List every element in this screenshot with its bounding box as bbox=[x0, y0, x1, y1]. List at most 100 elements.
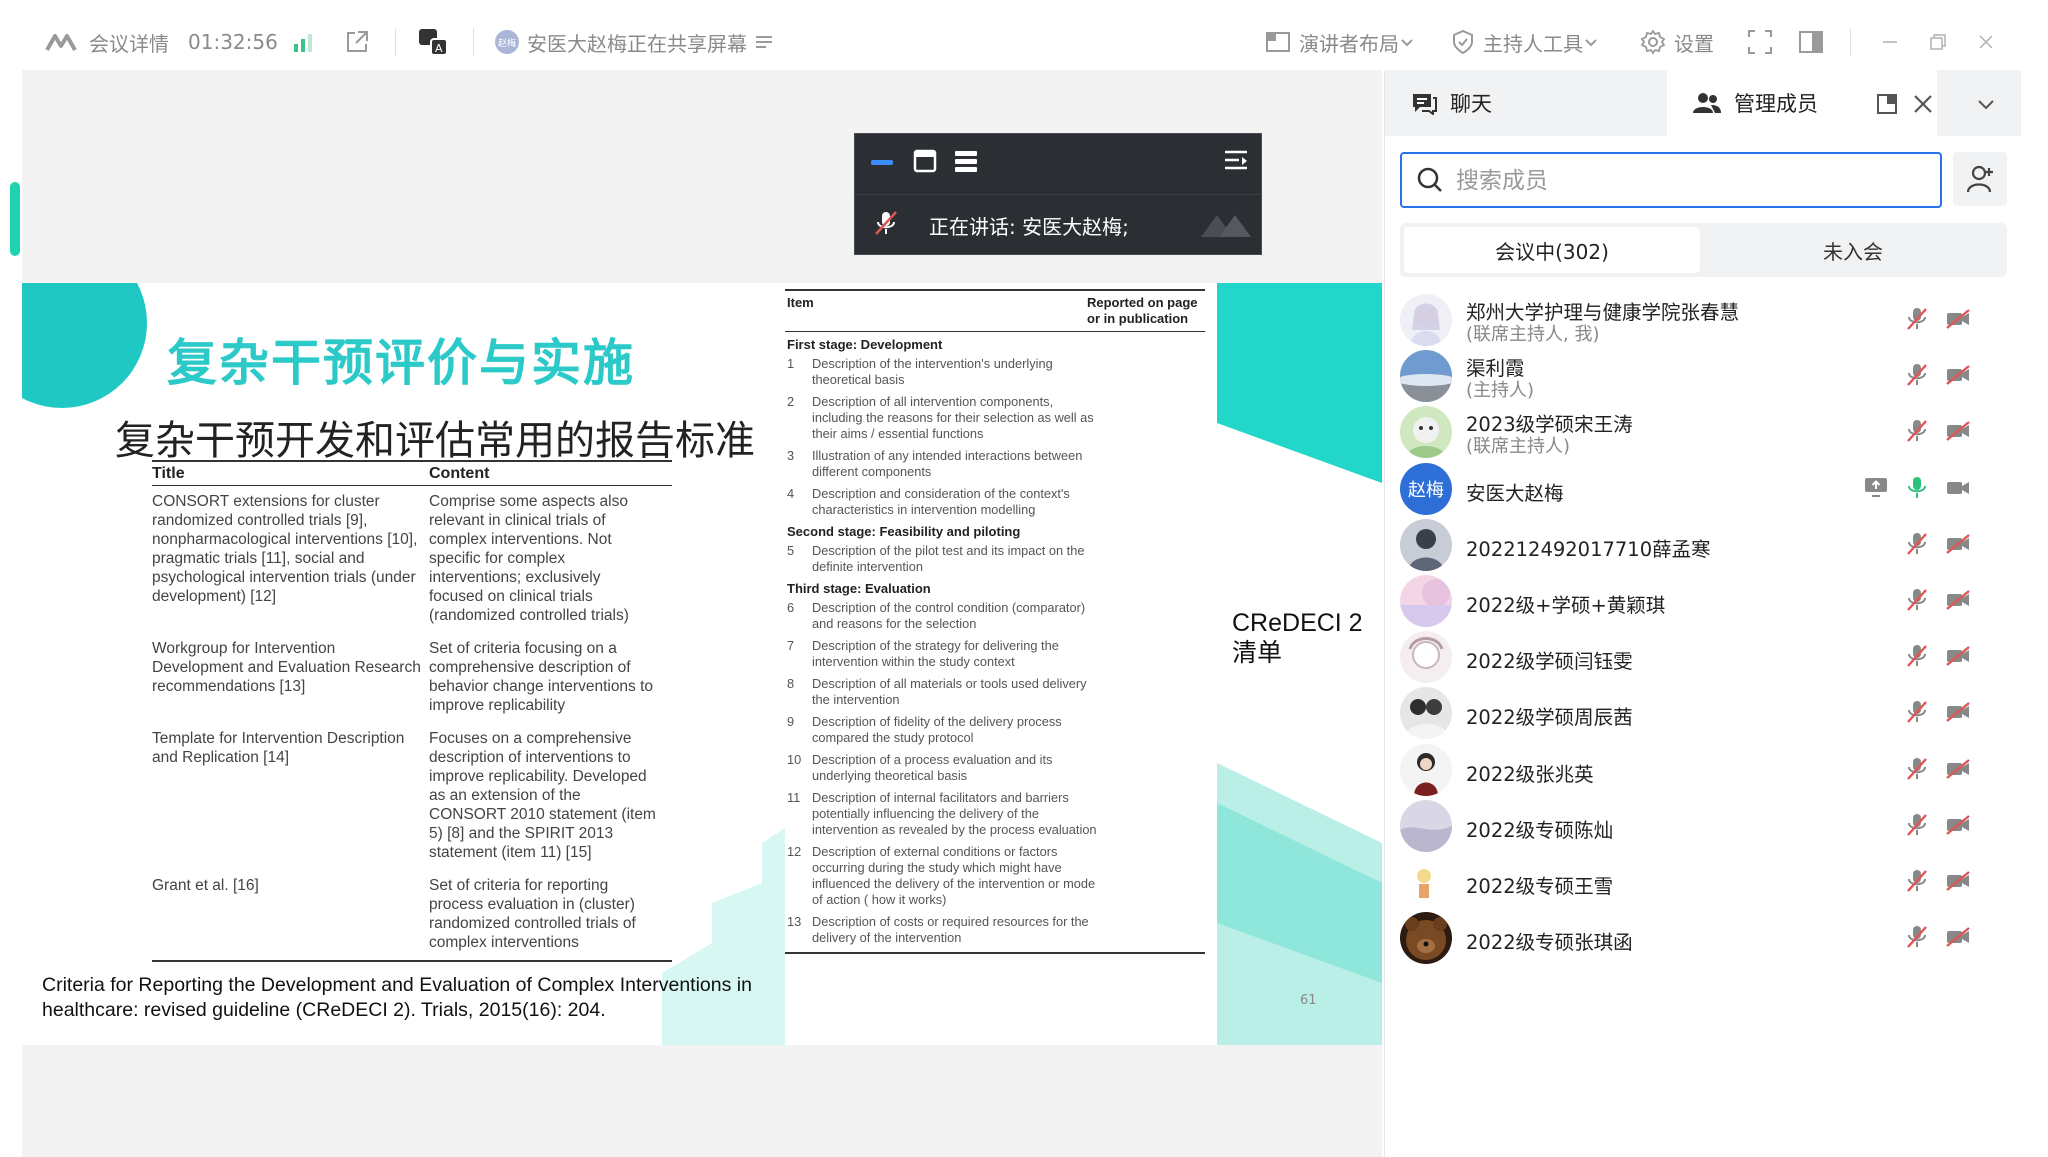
mic-muted-icon[interactable] bbox=[1905, 362, 1929, 388]
tab-members-label: 管理成员 bbox=[1734, 92, 1818, 116]
close-icon[interactable] bbox=[1976, 22, 1996, 62]
item-text: Description of fidelity of the delivery … bbox=[812, 714, 1062, 745]
table-row: CONSORT extensions for cluster randomize… bbox=[152, 486, 672, 625]
item-number: 8 bbox=[787, 676, 795, 691]
layout-label: 演讲者布局 bbox=[1299, 31, 1399, 56]
tab-not-joined[interactable]: 未入会 bbox=[1704, 227, 2002, 273]
fullscreen-icon[interactable] bbox=[1747, 22, 1773, 62]
camera-off-icon[interactable] bbox=[1945, 814, 1971, 836]
meeting-details-button[interactable]: 会议详情 bbox=[45, 22, 169, 62]
item-text: Description of all materials or tools us… bbox=[812, 676, 1087, 707]
tab-chat[interactable]: 聊天 bbox=[1385, 70, 1667, 136]
left-edge-handle[interactable] bbox=[0, 150, 20, 270]
table-cell: Workgroup for Intervention Development a… bbox=[152, 640, 421, 695]
avatar bbox=[1400, 350, 1452, 403]
stage-items: 6 Description of the control condition (c… bbox=[785, 600, 1205, 946]
translation-icon[interactable]: A bbox=[417, 22, 449, 62]
minimize-view-icon[interactable] bbox=[869, 154, 895, 170]
avatar bbox=[1400, 743, 1452, 796]
checklist-item: 4 Description and consideration of the co… bbox=[785, 486, 1205, 518]
camera-off-icon[interactable] bbox=[1945, 926, 1971, 948]
screen-share-icon bbox=[1863, 475, 1889, 499]
member-search[interactable] bbox=[1400, 152, 1942, 208]
checklist-item: 3 Illustration of any intended interactio… bbox=[785, 448, 1205, 480]
checklist-item: 8 Description of all materials or tools u… bbox=[785, 676, 1205, 708]
panel-tabs: 聊天 管理成员 bbox=[1385, 70, 2021, 136]
camera-off-icon[interactable] bbox=[1945, 589, 1971, 611]
member-name: 2022级专硕张琪函 bbox=[1466, 931, 1633, 955]
sharer-avatar: 赵梅 bbox=[495, 30, 519, 54]
item-number: 13 bbox=[787, 914, 802, 929]
signal-strength-icon[interactable] bbox=[292, 22, 314, 62]
member-name: 2022级张兆英 bbox=[1466, 762, 1594, 786]
member-status-tabs: 会议中(302) 未入会 bbox=[1400, 223, 2007, 277]
camera-off-icon[interactable] bbox=[1945, 758, 1971, 780]
sharing-indicator[interactable]: 赵梅 安医大赵梅正在共享屏幕 bbox=[495, 22, 773, 62]
svg-text:A: A bbox=[435, 42, 443, 55]
chat-icon bbox=[1410, 91, 1438, 115]
checklist-item: 7 Description of the strategy for deliver… bbox=[785, 638, 1205, 670]
talking-indicator: 正在讲话: 安医大赵梅; bbox=[929, 215, 1129, 239]
mic-muted-icon[interactable] bbox=[1905, 306, 1929, 332]
camera-off-icon[interactable] bbox=[1945, 533, 1971, 555]
sharing-text: 安医大赵梅正在共享屏幕 bbox=[527, 31, 747, 56]
avatar bbox=[1400, 575, 1452, 627]
mic-muted-icon[interactable] bbox=[1905, 812, 1929, 838]
elapsed-time: 01:32:56 bbox=[188, 30, 278, 54]
member-list[interactable]: 郑州大学护理与健康学院张春慧 (联席主持人, 我) 渠利霞 (主持人) 2023级学硕宋… bbox=[1385, 284, 2021, 1157]
close-panel-icon[interactable] bbox=[1911, 92, 1935, 116]
camera-off-icon[interactable] bbox=[1945, 364, 1971, 386]
single-view-icon[interactable] bbox=[913, 148, 937, 174]
member-name: 202212492017710薛孟寒 bbox=[1466, 537, 1711, 561]
host-tools-button[interactable]: 主持人工具 bbox=[1451, 22, 1599, 62]
item-number: 10 bbox=[787, 752, 802, 767]
settings-label: 设置 bbox=[1674, 31, 1714, 56]
checklist-item: 1 Description of the intervention's under… bbox=[785, 356, 1205, 388]
avatar bbox=[1400, 799, 1452, 852]
table-row: Workgroup for Intervention Development a… bbox=[152, 625, 672, 715]
table-cell: Focuses on a comprehensive description o… bbox=[429, 730, 656, 861]
mic-muted-icon[interactable] bbox=[1905, 587, 1929, 613]
mic-muted-icon[interactable] bbox=[1905, 699, 1929, 725]
mic-muted-icon[interactable] bbox=[1905, 868, 1929, 894]
camera-off-icon[interactable] bbox=[1945, 701, 1971, 723]
settings-button[interactable]: 设置 bbox=[1640, 22, 1714, 62]
item-number: 12 bbox=[787, 844, 802, 859]
share-link-icon[interactable] bbox=[344, 22, 370, 62]
camera-off-icon[interactable] bbox=[1945, 308, 1971, 330]
member-row[interactable]: 2022级专硕张琪函 bbox=[1385, 902, 2021, 976]
slide-subtitle: 复杂干预开发和评估常用的报告标准 bbox=[115, 418, 755, 464]
chevron-down-icon bbox=[1585, 39, 1597, 47]
item-number: 9 bbox=[787, 714, 795, 729]
mic-on-icon[interactable] bbox=[1905, 475, 1929, 501]
stage-heading: First stage: Development bbox=[787, 337, 943, 352]
camera-icon[interactable] bbox=[1945, 477, 1971, 499]
mic-muted-icon[interactable] bbox=[1905, 756, 1929, 782]
mic-muted-icon[interactable] bbox=[1905, 924, 1929, 950]
layout-menu-button[interactable]: 演讲者布局 bbox=[1265, 22, 1415, 62]
collapse-panel-icon[interactable] bbox=[1223, 148, 1249, 174]
panel-chevron-down-icon[interactable] bbox=[1975, 94, 1997, 114]
mic-muted-icon[interactable] bbox=[1905, 531, 1929, 557]
divider bbox=[1850, 28, 1851, 56]
camera-off-icon[interactable] bbox=[1945, 645, 1971, 667]
camera-off-icon[interactable] bbox=[1945, 420, 1971, 442]
list-view-icon[interactable] bbox=[953, 148, 979, 174]
search-input[interactable] bbox=[1454, 154, 1928, 208]
minimize-icon[interactable] bbox=[1880, 22, 1900, 62]
table-cell: Template for Intervention Description an… bbox=[152, 730, 405, 766]
credeci-checklist: Item Reported on page or in publication … bbox=[785, 283, 1205, 1045]
mic-muted-icon[interactable] bbox=[1905, 418, 1929, 444]
member-name: 2022级+学硕+黄颖琪 bbox=[1466, 594, 1666, 617]
popout-icon[interactable] bbox=[1875, 92, 1899, 116]
sidebar-toggle-icon[interactable] bbox=[1798, 22, 1824, 62]
table-row: Template for Intervention Description an… bbox=[152, 715, 672, 862]
restore-icon[interactable] bbox=[1928, 22, 1948, 62]
tab-in-meeting[interactable]: 会议中(302) bbox=[1404, 227, 1700, 273]
item-number: 11 bbox=[787, 790, 801, 805]
checklist-item: 12 Description of external conditions or … bbox=[785, 844, 1205, 908]
speaker-floating-bar[interactable]: 正在讲话: 安医大赵梅; bbox=[854, 133, 1262, 255]
mic-muted-icon[interactable] bbox=[1905, 643, 1929, 669]
camera-off-icon[interactable] bbox=[1945, 870, 1971, 892]
invite-member-button[interactable] bbox=[1953, 152, 2007, 206]
